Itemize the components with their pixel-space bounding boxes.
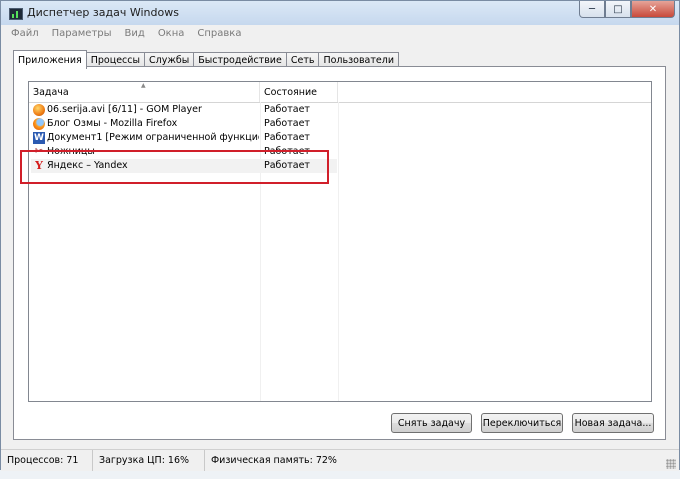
column-divider <box>338 102 339 401</box>
list-item[interactable]: 06.serija.avi [6/11] - GOM Player Работа… <box>31 103 337 117</box>
menu-windows[interactable]: Окна <box>152 26 192 44</box>
task-manager-icon <box>9 8 23 20</box>
list-header: ▲ Задача Состояние <box>29 82 651 103</box>
process-count: Процессов: 71 <box>1 450 93 471</box>
menu-view[interactable]: Вид <box>119 26 152 44</box>
tab-strip: Приложения Процессы Службы Быстродействи… <box>13 50 400 69</box>
caption-buttons: ─ □ ✕ <box>579 1 675 19</box>
task-name: 06.serija.avi [6/11] - GOM Player <box>47 104 202 115</box>
highlight-annotation <box>20 150 329 184</box>
column-header-task-label: Задача <box>33 87 69 98</box>
cpu-usage: Загрузка ЦП: 16% <box>93 450 205 471</box>
firefox-icon <box>33 118 45 130</box>
menu-bar: Файл Параметры Вид Окна Справка <box>1 26 679 44</box>
switch-to-button[interactable]: Переключиться <box>481 413 563 433</box>
new-task-button[interactable]: Новая задача... <box>572 413 654 433</box>
tab-applications[interactable]: Приложения <box>13 50 87 69</box>
resize-grip-icon[interactable] <box>666 459 676 469</box>
task-name: Блог Озмы - Mozilla Firefox <box>47 118 178 129</box>
column-header-status[interactable]: Состояние <box>260 82 338 102</box>
desktop-background-bottom <box>0 470 680 479</box>
column-header-task[interactable]: ▲ Задача <box>29 82 260 102</box>
task-status: Работает <box>264 104 310 115</box>
window-title: Диспетчер задач Windows <box>27 6 179 19</box>
menu-options[interactable]: Параметры <box>46 26 119 44</box>
task-status: Работает <box>264 132 310 143</box>
menu-help[interactable]: Справка <box>191 26 248 44</box>
list-item[interactable]: W Документ1 [Режим ограниченной функцион… <box>31 131 337 145</box>
menu-file[interactable]: Файл <box>5 26 46 44</box>
end-task-button[interactable]: Снять задачу <box>391 413 472 433</box>
list-item[interactable]: Блог Озмы - Mozilla Firefox Работает <box>31 117 337 131</box>
column-header-status-label: Состояние <box>264 87 317 98</box>
sort-ascending-icon: ▲ <box>141 82 146 89</box>
gom-player-icon <box>33 104 45 116</box>
applications-list[interactable]: ▲ Задача Состояние 06.serija.avi [6/11] … <box>28 81 652 402</box>
task-status: Работает <box>264 118 310 129</box>
task-manager-window: Диспетчер задач Windows ─ □ ✕ Файл Парам… <box>0 0 680 471</box>
close-button[interactable]: ✕ <box>631 1 675 18</box>
title-bar[interactable]: Диспетчер задач Windows ─ □ ✕ <box>1 1 679 25</box>
maximize-button[interactable]: □ <box>605 1 631 18</box>
minimize-button[interactable]: ─ <box>579 1 605 18</box>
word-icon: W <box>33 132 45 144</box>
applications-panel: ▲ Задача Состояние 06.serija.avi [6/11] … <box>13 66 666 440</box>
memory-usage: Физическая память: 72% <box>211 455 337 466</box>
task-name: Документ1 [Режим ограниченной функционал… <box>47 132 259 143</box>
status-bar: Процессов: 71 Загрузка ЦП: 16% Физическа… <box>1 449 679 471</box>
